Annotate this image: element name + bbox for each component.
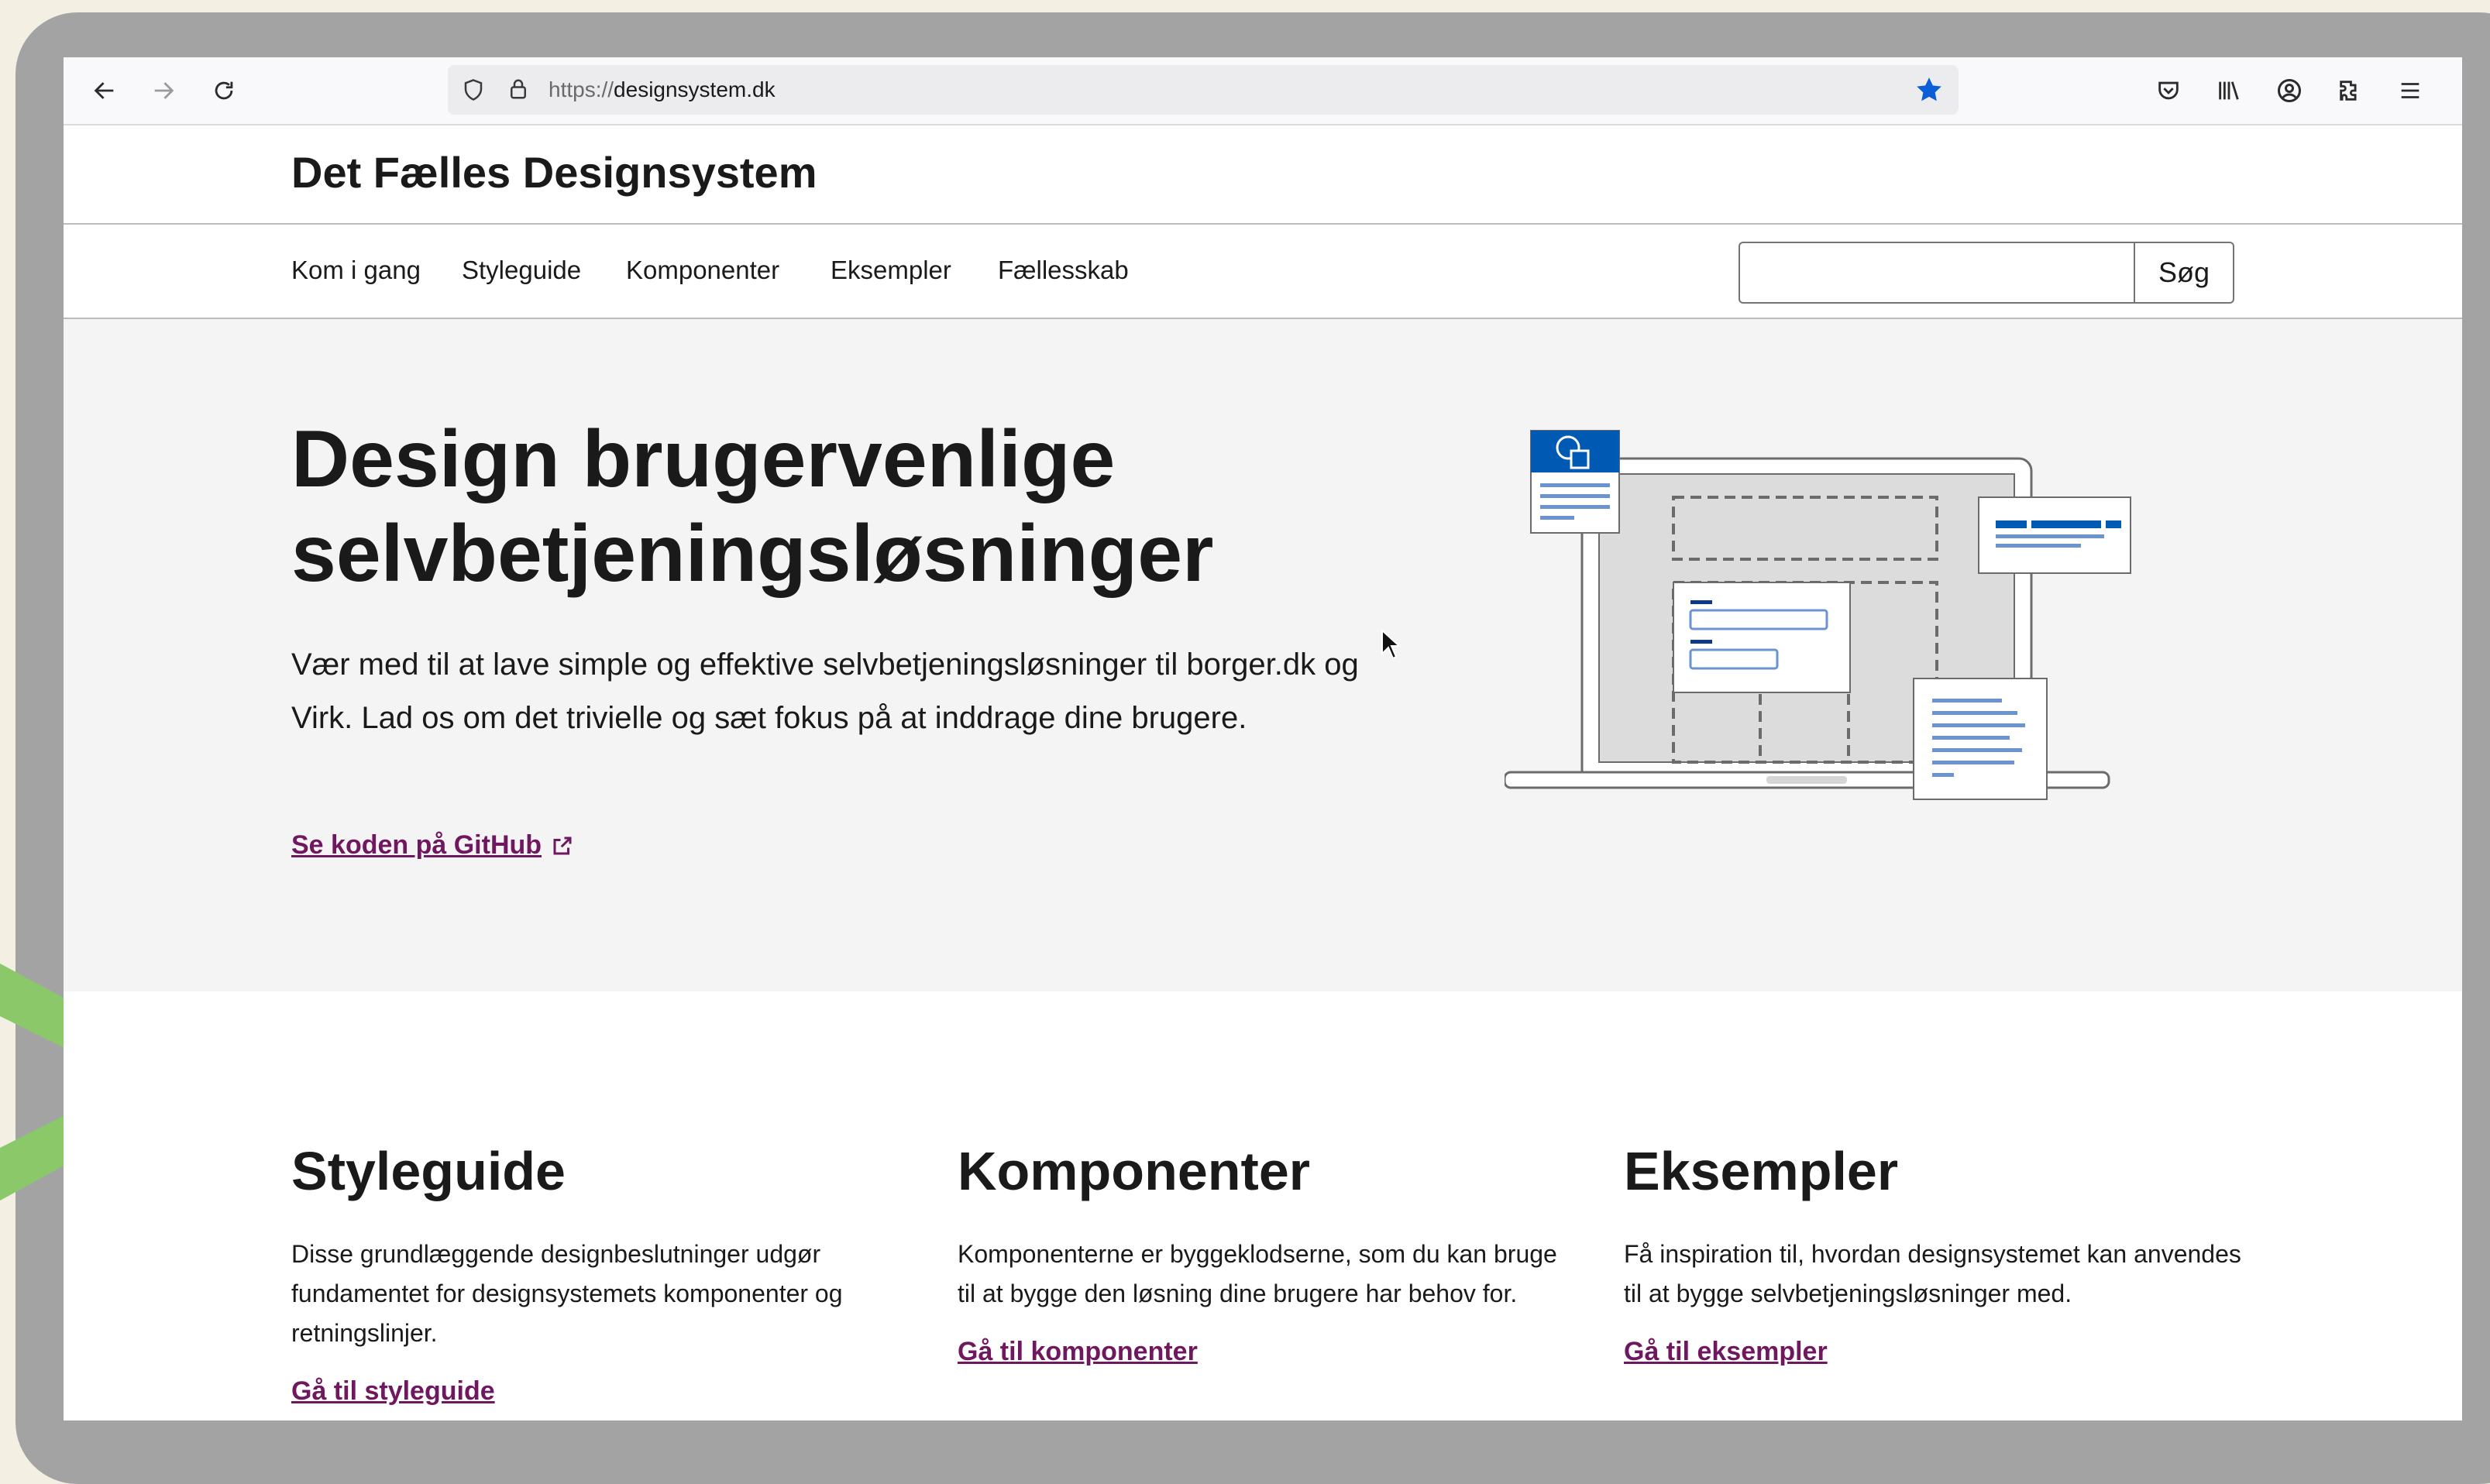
url-text: https://designsystem.dk [549,77,776,101]
pocket-icon[interactable] [2151,73,2186,108]
site-header: Det Fælles Designsystem [64,125,2462,225]
card-eksempler: Eksempler Få inspiration til, hvordan de… [1624,1139,2244,1367]
library-icon[interactable] [2211,73,2247,108]
extensions-icon[interactable] [2332,73,2368,108]
lock-icon[interactable] [507,76,530,106]
card-link-komponenter[interactable]: Gå til komponenter [958,1337,1198,1367]
card-title: Styleguide [291,1141,566,1201]
bookmark-star-icon[interactable] [1914,74,1945,109]
search-input[interactable] [1739,242,2135,304]
nav-item-komponenter[interactable]: Komponenter [626,256,779,285]
forward-icon[interactable] [147,74,180,107]
card-title: Komponenter [958,1141,1310,1201]
account-icon[interactable] [2272,73,2307,108]
browser-window: https://designsystem.dk Det Fælles Desig… [64,57,2462,1420]
card-link-styleguide[interactable]: Gå til styleguide [291,1376,495,1407]
github-link[interactable]: Se koden på GitHub [291,830,574,861]
github-link-label: Se koden på GitHub [291,830,542,860]
card-komponenter: Komponenter Komponenterne er byggeklodse… [958,1139,1577,1367]
search-button[interactable]: Søg [2134,242,2234,304]
card-title: Eksempler [1624,1141,1899,1201]
card-text: Disse grundlæggende designbeslutninger u… [291,1240,843,1347]
site-title[interactable]: Det Fælles Designsystem [291,147,817,198]
card-text: Komponenterne er byggeklodserne, som du … [958,1240,1557,1307]
reload-icon[interactable] [208,74,240,107]
mouse-cursor-icon [1381,629,1401,660]
card-section: Styleguide Disse grundlæggende designbes… [64,991,2462,1420]
hero-heading: Design brugervenlige selvbetjeningsløsni… [291,414,1214,599]
nav-item-faellesskab[interactable]: Fællesskab [998,256,1129,285]
card-link-eksempler[interactable]: Gå til eksempler [1624,1337,1828,1367]
back-icon[interactable] [88,74,121,107]
external-link-icon [553,836,572,854]
main-navigation: Kom i gang Styleguide Komponenter Eksemp… [64,225,2462,319]
nav-item-eksempler[interactable]: Eksempler [831,256,951,285]
menu-icon[interactable] [2392,73,2428,108]
card-styleguide: Styleguide Disse grundlæggende designbes… [291,1139,911,1407]
browser-toolbar: https://designsystem.dk [64,57,2462,125]
tracking-shield-icon[interactable] [462,77,485,106]
nav-item-kom-i-gang[interactable]: Kom i gang [291,256,421,285]
hero-section: Design brugervenlige selvbetjeningsløsni… [64,319,2462,991]
hero-lead: Vær med til at lave simple og effektive … [291,648,1359,735]
address-bar[interactable]: https://designsystem.dk [448,65,1959,115]
card-text: Få inspiration til, hvordan designsystem… [1624,1240,2241,1307]
laptop-illustration [1505,430,2131,800]
nav-item-styleguide[interactable]: Styleguide [462,256,581,285]
